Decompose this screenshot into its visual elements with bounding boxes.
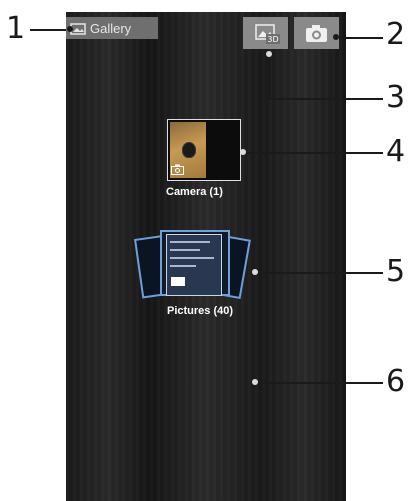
callout-dot-2 xyxy=(333,34,339,40)
camera-icon xyxy=(306,25,327,42)
camera-album[interactable] xyxy=(167,119,241,181)
pictures-album-label: Pictures (40) xyxy=(167,305,234,317)
callout-dot-1 xyxy=(67,26,73,32)
callout-line-4 xyxy=(244,152,383,154)
pictures-album[interactable] xyxy=(134,230,251,300)
camera-badge-icon xyxy=(171,164,184,175)
callout-dot-6 xyxy=(252,379,258,385)
callout-line-2 xyxy=(337,37,383,39)
view-3d-button[interactable]: 3D xyxy=(243,17,288,49)
callout-number-2: 2 xyxy=(386,17,406,52)
gallery-screen: Gallery 3D Camera (1) Pictures (40) xyxy=(66,12,346,501)
view-3d-label: 3D xyxy=(267,35,278,44)
callout-line-3a xyxy=(269,54,271,100)
thumb-line xyxy=(170,265,196,267)
callout-line-6 xyxy=(256,382,383,384)
callout-number-6: 6 xyxy=(386,364,406,399)
view-3d-icon: 3D xyxy=(255,24,280,44)
camera-button[interactable] xyxy=(294,17,339,49)
folder-icon xyxy=(171,277,185,286)
callout-number-3: 3 xyxy=(386,80,406,115)
callout-number-4: 4 xyxy=(386,134,406,169)
thumb-line xyxy=(170,241,210,243)
pictures-album-thumbnail xyxy=(166,234,222,296)
callout-dot-3 xyxy=(266,51,272,57)
camera-album-thumbnail xyxy=(167,119,241,181)
thumb-line xyxy=(170,257,214,259)
callout-dot-5 xyxy=(252,269,258,275)
callout-number-5: 5 xyxy=(386,254,406,289)
callout-number-1: 1 xyxy=(6,11,26,46)
callout-line-5 xyxy=(256,272,383,274)
callout-line-1 xyxy=(30,29,68,31)
thumb-line xyxy=(170,249,200,251)
callout-dot-4 xyxy=(240,149,246,155)
camera-album-label: Camera (1) xyxy=(166,186,223,198)
page-title: Gallery xyxy=(90,20,132,36)
callout-line-3b xyxy=(269,98,383,100)
mouse-photo-subject xyxy=(182,142,196,158)
gallery-title-bar[interactable]: Gallery xyxy=(66,17,158,39)
